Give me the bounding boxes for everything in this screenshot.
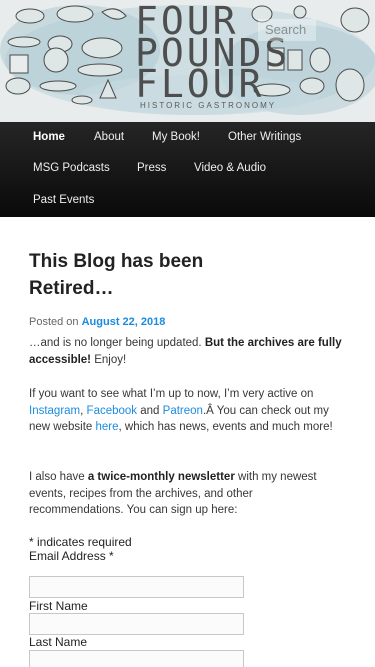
brand-title-line3[interactable]: FLOUR	[135, 65, 264, 103]
nav-item-press[interactable]: Press	[137, 153, 166, 183]
p3-text: I also have	[29, 471, 85, 483]
last-name-label: Last Name	[29, 635, 88, 649]
nav-item-msg-podcasts[interactable]: MSG Podcasts	[33, 153, 110, 183]
p2-text: If you want to see what I’m up to now, I…	[29, 388, 314, 400]
nav-item-my-book[interactable]: My Book!	[152, 122, 200, 152]
post-paragraph-2: If you want to see what I’m up to now, I…	[29, 386, 349, 436]
p2-text-end: , which has news, events and much more!	[118, 421, 333, 433]
first-name-label: First Name	[29, 599, 88, 613]
post-date-link[interactable]: August 22, 2018	[82, 316, 166, 328]
post-title[interactable]: This Blog has been Retired…	[29, 248, 259, 302]
website-link[interactable]: here	[96, 421, 119, 433]
required-note: * indicates required	[29, 535, 132, 549]
nav-item-home[interactable]: Home	[33, 122, 65, 152]
main-nav: Home About My Book! Other Writings MSG P…	[0, 122, 375, 217]
email-field[interactable]	[29, 576, 244, 598]
post-paragraph-1: …and is no longer being updated. But the…	[29, 335, 349, 368]
p2-comma: ,	[80, 404, 84, 417]
header-banner[interactable]: FOUR POUNDS FLOUR HISTORIC GASTRONOMY Se…	[0, 0, 375, 122]
p1-text-end: Enjoy!	[94, 353, 127, 366]
nav-item-other-writings[interactable]: Other Writings	[228, 122, 301, 152]
brand-tagline: HISTORIC GASTRONOMY	[140, 101, 277, 110]
posted-on-prefix: Posted on	[29, 316, 79, 328]
facebook-link[interactable]: Facebook	[87, 405, 138, 417]
last-name-field[interactable]	[29, 650, 244, 667]
instagram-link[interactable]: Instagram	[29, 405, 80, 417]
patreon-link[interactable]: Patreon	[163, 405, 203, 417]
p2-and: and	[140, 404, 160, 417]
nav-item-video-audio[interactable]: Video & Audio	[194, 153, 266, 183]
search-placeholder: Search	[265, 22, 307, 37]
post-header: This Blog has been Retired… Posted on Au…	[29, 248, 349, 330]
nav-item-past-events[interactable]: Past Events	[33, 185, 94, 215]
nav-item-about[interactable]: About	[94, 122, 124, 152]
p1-text: …and is no longer being updated.	[29, 337, 202, 349]
post-meta: Posted on August 22, 2018	[29, 314, 349, 330]
email-label: Email Address *	[29, 549, 114, 563]
post-paragraph-3: I also have a twice-monthly newsletter w…	[29, 469, 349, 519]
p3-bold-text: a twice-monthly newsletter	[87, 471, 235, 483]
first-name-field[interactable]	[29, 613, 244, 635]
